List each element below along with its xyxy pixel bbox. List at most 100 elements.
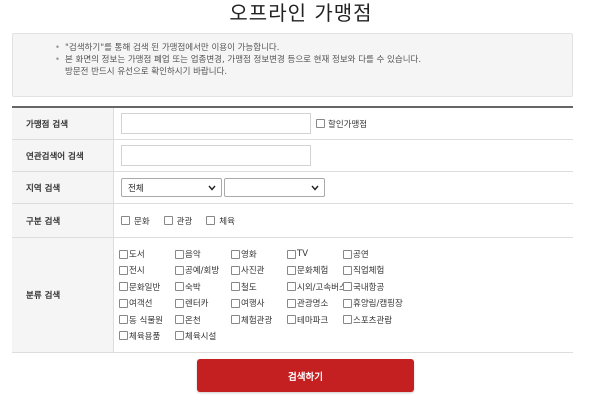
category-checkbox[interactable] [119,331,128,341]
category-item[interactable]: 체험관광 [231,311,287,327]
category-item[interactable]: 전시 [119,262,175,278]
category-label: 스포츠관람 [353,315,393,326]
category-label: 철도 [241,282,257,293]
store-search-input[interactable] [121,113,311,134]
category-item[interactable]: 사진관 [231,262,287,278]
category-checkbox[interactable] [119,315,128,325]
type-label-tourism: 관광 [176,216,193,227]
store-search-label: 가맹점 검색 [12,108,114,139]
category-checkbox[interactable] [175,331,184,341]
category-item[interactable]: 관광명소 [287,295,343,311]
category-label: 시외/고속버스 [297,282,347,293]
category-checkbox[interactable] [343,249,352,259]
category-checkbox[interactable] [175,249,184,259]
category-checkbox[interactable] [287,315,296,325]
category-item[interactable]: 테마파크 [287,311,343,327]
category-checkbox[interactable] [175,282,184,292]
category-item[interactable]: 영화 [231,246,287,262]
category-item[interactable]: 국내항공 [343,279,399,295]
discount-store-label: 할인가맹점 [328,119,368,130]
notice-line-3: 방문전 반드시 유선으로 확인하시기 바랍니다. [65,67,228,77]
type-checkbox-tourism[interactable] [163,216,173,225]
category-label: 체험관광 [241,315,273,326]
region-search-row: 지역 검색 전체 [12,172,573,204]
category-item[interactable]: 시외/고속버스 [287,279,347,295]
category-label: 체육용품 [129,331,161,342]
category-checkbox[interactable] [231,315,240,325]
category-item[interactable]: TV [287,246,343,262]
category-label: 체육시설 [185,331,217,342]
category-checkbox[interactable] [287,249,296,259]
category-label: 사진관 [241,266,265,277]
category-checkbox[interactable] [231,249,240,259]
category-checkbox[interactable] [119,298,128,308]
category-label: 음악 [185,250,201,261]
keyword-search-row: 연관검색어 검색 [12,140,573,172]
category-item[interactable]: 체육시설 [175,328,231,344]
keyword-search-input[interactable] [121,145,311,166]
category-item[interactable]: 도서 [119,246,175,262]
category-checkbox[interactable] [175,315,184,325]
category-item[interactable]: 음악 [175,246,231,262]
category-checkbox[interactable] [231,298,240,308]
category-label: 전시 [129,266,145,277]
category-item[interactable]: 직업체험 [343,262,399,278]
category-checkbox[interactable] [231,265,240,275]
region-search-label: 지역 검색 [12,172,114,203]
category-item[interactable]: 휴양림/캠핑장 [343,295,403,311]
category-checkbox[interactable] [119,249,128,259]
page-title: 오프라인 가맹점 [229,1,373,25]
category-item[interactable]: 문화체험 [287,262,343,278]
category-item[interactable]: 공연 [343,246,399,262]
chevron-down-icon [207,183,217,193]
category-label: 렌터카 [185,299,209,310]
category-checkbox[interactable] [343,282,352,292]
category-checkbox[interactable] [119,282,128,292]
category-checkbox[interactable] [287,265,296,275]
category-item[interactable]: 온천 [175,311,231,327]
category-checkbox[interactable] [343,265,352,275]
store-search-row: 가맹점 검색 할인가맹점 [12,108,573,140]
discount-store-checkbox[interactable] [316,119,325,128]
type-checkbox-sports[interactable] [206,216,216,225]
category-checkbox[interactable] [175,265,184,275]
type-label-culture: 문화 [134,216,150,227]
category-item[interactable]: 문화일반 [119,279,175,295]
type-label-sports: 체육 [219,216,235,227]
category-grid: 도서 음악 영화 TV 공연전시 공예/회방 사진관 문화체험 직업체험문화일반 숙박 철도 시외/고… [119,246,403,344]
category-label: TV [297,249,309,260]
type-checkbox-culture[interactable] [121,216,130,225]
category-checkbox[interactable] [287,282,296,292]
region2-select[interactable] [224,178,325,197]
category-item[interactable]: 체육용품 [119,328,175,344]
region1-select[interactable]: 전체 [121,178,222,197]
category-checkbox[interactable] [175,298,184,308]
category-item[interactable]: 렌터카 [175,295,231,311]
search-button[interactable]: 검색하기 [197,359,414,392]
category-checkbox[interactable] [231,282,240,292]
category-item[interactable]: 스포츠관람 [343,311,399,327]
notice-box: "검색하기"를 통해 검색 된 가맹점에서만 이용이 가능합니다. 본 화면의 … [12,33,573,97]
type-search-label: 구분 검색 [12,204,114,237]
category-item[interactable]: 공예/회방 [175,262,231,278]
search-form: 가맹점 검색 할인가맹점 연관검색어 검색 지역 검색 전체 구분 검색 문화 … [12,106,573,353]
keyword-search-label: 연관검색어 검색 [12,140,114,171]
category-label: 공예/회방 [185,266,220,277]
category-label: 숙박 [185,282,201,293]
category-label: 문화일반 [129,282,161,293]
category-item[interactable]: 여행사 [231,295,287,311]
category-checkbox[interactable] [343,298,352,308]
category-item[interactable]: 철도 [231,279,287,295]
category-search-label: 분류 검색 [12,238,114,352]
category-search-row: 분류 검색 도서 음악 영화 TV 공연전시 공예/회방 사진관 문화체험 직업체험문화일반 숙박… [12,238,573,353]
category-item[interactable]: 여객선 [119,295,175,311]
category-checkbox[interactable] [287,298,296,308]
category-checkbox[interactable] [119,265,128,275]
category-checkbox[interactable] [343,315,352,325]
category-label: 여행사 [241,299,265,310]
category-label: 휴양림/캠핑장 [353,299,403,310]
category-label: 공연 [353,250,369,261]
category-item[interactable]: 동 식물원 [119,311,175,327]
category-label: 문화체험 [297,266,329,277]
category-item[interactable]: 숙박 [175,279,231,295]
